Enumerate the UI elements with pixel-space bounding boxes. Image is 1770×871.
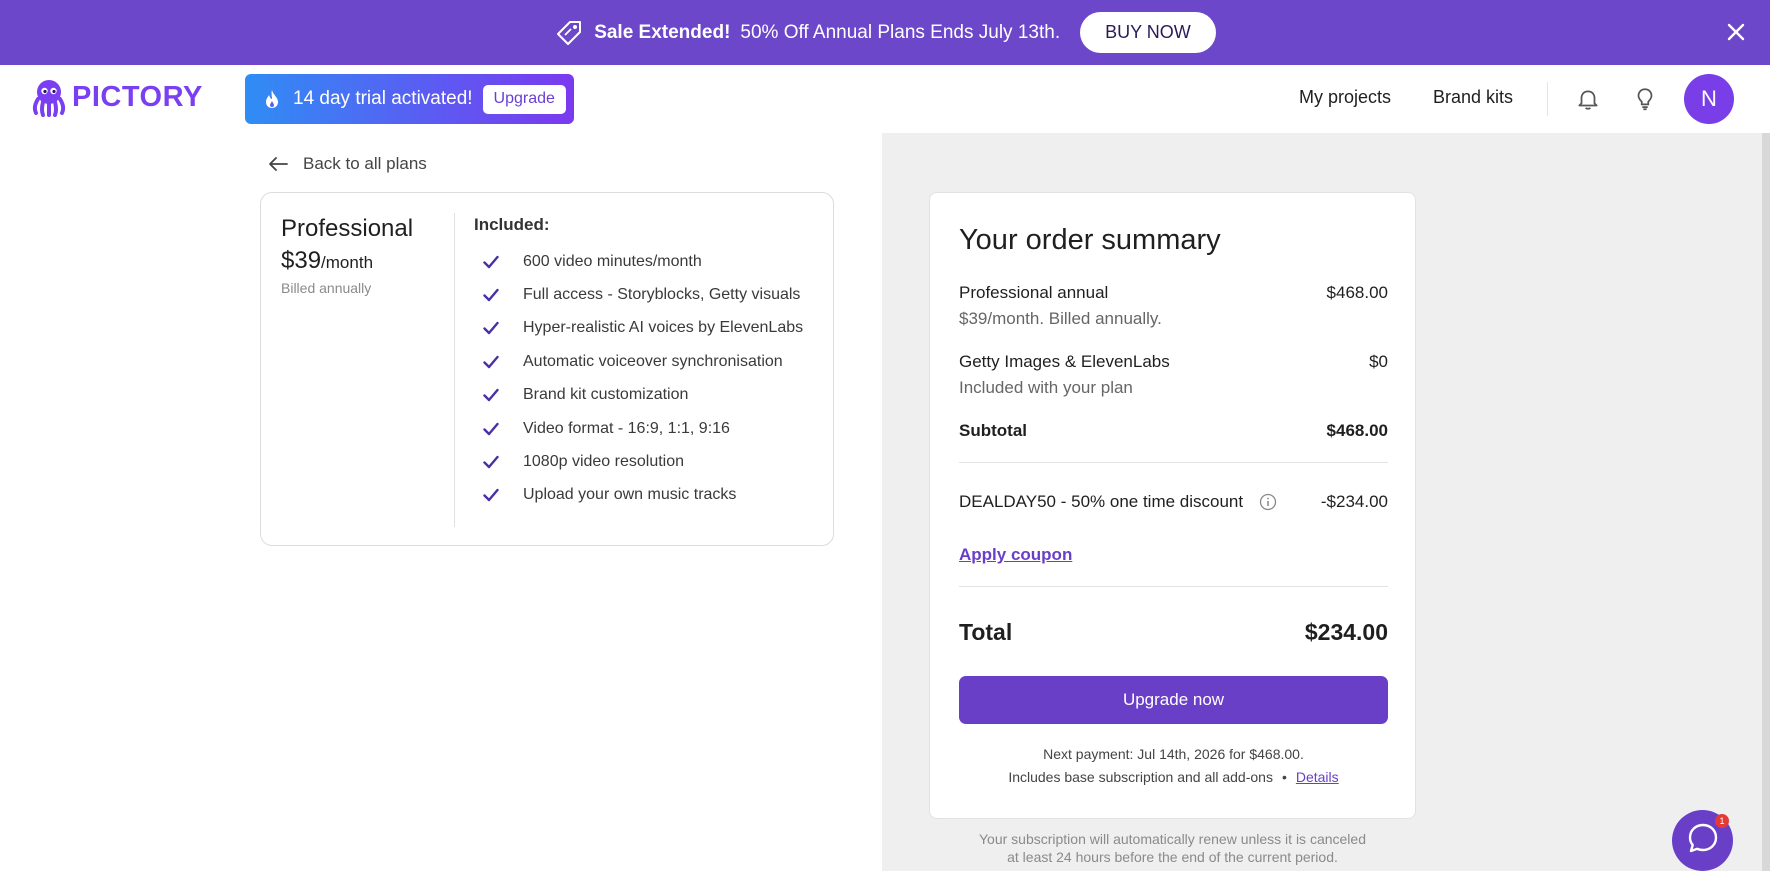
divider [959,586,1388,587]
divider [959,462,1388,463]
plan-billing-note: Billed annually [281,280,372,296]
feature-label: Brand kit customization [523,386,689,404]
trial-upgrade-button[interactable]: Upgrade [482,84,566,114]
check-icon [483,355,499,369]
check-icon [483,488,499,502]
upgrade-now-button[interactable]: Upgrade now [959,676,1388,724]
renewal-line: Your subscription will automatically ren… [978,831,1366,847]
feature-label: Full access - Storyblocks, Getty visuals [523,286,801,304]
feature-label: Automatic voiceover synchronisation [523,352,783,370]
promo-headline: Sale Extended! [594,21,731,43]
nav-my-projects[interactable]: My projects [1299,87,1391,108]
discount-amount: -$234.00 [1320,492,1388,511]
plan-divider [454,213,455,527]
plan-card: Professional $39/month Billed annually I… [260,192,834,546]
back-label: Back to all plans [303,154,427,173]
feature-label: Video format - 16:9, 1:1, 9:16 [523,419,730,437]
order-summary-title: Your order summary [959,224,1221,256]
subtotal-row: Subtotal $468.00 [959,421,1388,441]
feature-item: 600 video minutes/month [483,245,803,278]
trial-banner: 14 day trial activated! Upgrade [245,74,574,124]
feature-label: 600 video minutes/month [523,252,702,270]
discount-row: DEALDAY50 - 50% one time discount -$234.… [959,492,1388,512]
total-amount: $234.00 [1304,619,1388,645]
promo-banner: Sale Extended! 50% Off Annual Plans Ends… [0,0,1770,65]
notification-badge: 1 [1715,814,1729,828]
feature-item: Brand kit customization [483,379,803,412]
feature-label: Upload your own music tracks [523,486,737,504]
feature-item: Video format - 16:9, 1:1, 9:16 [483,412,803,445]
feature-label: Hyper-realistic AI voices by ElevenLabs [523,319,804,337]
buy-now-button[interactable]: BUY NOW [1080,12,1216,53]
feature-item: Hyper-realistic AI voices by ElevenLabs [483,312,803,345]
feature-item: Full access - Storyblocks, Getty visuals [483,278,803,311]
check-icon [483,321,499,335]
line-item-sub: $39/month. Billed annually. [959,309,1162,328]
logo-wordmark: PICTORY [72,80,203,113]
check-icon [483,455,499,469]
feature-list: 600 video minutes/month Full access - St… [483,245,803,512]
discount-label: DEALDAY50 - 50% one time discount [959,492,1244,511]
details-link[interactable]: Details [1296,769,1339,785]
check-icon [483,422,499,436]
check-icon [483,388,499,402]
line-item-addons: Getty Images & ElevenLabs Included with … [959,352,1388,398]
check-icon [483,255,499,269]
scrollbar[interactable] [1762,133,1770,871]
subtotal-amount: $468.00 [1326,421,1388,440]
flame-icon [263,89,281,109]
line-item-amount: $0 [1369,352,1388,371]
plan-price: $39/month [281,247,373,275]
line-item-label: Professional annual [959,283,1109,302]
feature-item: Upload your own music tracks [483,479,803,512]
total-row: Total $234.00 [959,619,1388,646]
chat-widget-button[interactable]: 1 [1672,810,1733,871]
check-icon [483,288,499,302]
arrow-left-icon [267,154,289,174]
total-label: Total [959,619,1013,645]
renewal-disclaimer: Your subscription will automatically ren… [929,830,1416,866]
lightbulb-icon[interactable] [1630,84,1660,114]
pictory-logo[interactable]: PICTORY [30,77,203,117]
feature-item: 1080p video resolution [483,445,803,478]
promo-message: 50% Off Annual Plans Ends July 13th. [740,21,1061,43]
order-summary-card: Your order summary Professional annual $… [929,192,1416,819]
includes-text: Includes base subscription and all add-o… [1008,769,1273,785]
top-header: PICTORY 14 day trial activated! Upgrade … [0,65,1770,133]
chat-bubble-icon [1685,820,1721,861]
close-icon[interactable] [1722,18,1750,46]
tag-icon [554,18,584,48]
line-item-amount: $468.00 [1326,283,1388,302]
trial-text: 14 day trial activated! [293,88,473,109]
includes-note: Includes base subscription and all add-o… [930,769,1417,785]
plan-name: Professional [281,215,414,242]
bell-icon[interactable] [1573,84,1603,114]
apply-coupon-link[interactable]: Apply coupon [959,545,1072,565]
next-payment-note: Next payment: Jul 14th, 2026 for $468.00… [1043,746,1304,762]
header-divider [1547,82,1548,116]
subtotal-label: Subtotal [959,421,1027,440]
bullet-separator: • [1281,769,1287,785]
nav-brand-kits[interactable]: Brand kits [1433,87,1513,108]
included-heading: Included: [474,215,550,234]
plan-price-period: /month [321,253,374,272]
plan-price-amount: $39 [281,247,322,274]
line-item-sub: Included with your plan [959,378,1133,397]
back-to-plans-link[interactable]: Back to all plans [267,154,427,174]
info-icon[interactable] [1259,493,1277,511]
user-avatar[interactable]: N [1684,74,1734,124]
feature-label: 1080p video resolution [523,453,685,471]
feature-item: Automatic voiceover synchronisation [483,345,803,378]
line-item-label: Getty Images & ElevenLabs [959,352,1170,371]
line-item-plan: Professional annual $39/month. Billed an… [959,283,1388,329]
renewal-line: at least 24 hours before the end of the … [1007,849,1338,865]
octopus-logo-icon [30,77,68,117]
